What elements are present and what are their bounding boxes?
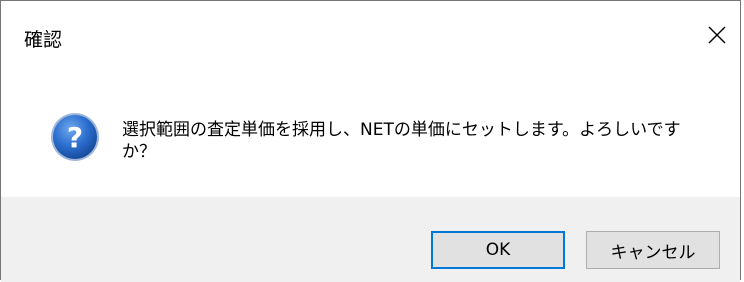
cancel-button[interactable]: キャンセル <box>586 231 720 269</box>
dialog-title: 確認 <box>24 29 63 51</box>
svg-text:?: ? <box>67 121 83 154</box>
question-icon: ? <box>51 113 99 161</box>
title-bar: 確認 <box>1 1 740 71</box>
close-icon <box>708 26 726 44</box>
confirm-dialog: 確認 ? 選択範囲の査定単価を採用し、NETの単価にセットします。よろしいですか… <box>0 0 741 282</box>
dialog-content: ? 選択範囲の査定単価を採用し、NETの単価にセットします。よろしいですか？ <box>1 71 740 197</box>
close-button[interactable] <box>694 13 740 57</box>
button-bar: OK キャンセル <box>1 197 740 282</box>
ok-button[interactable]: OK <box>431 231 565 269</box>
dialog-message: 選択範囲の査定単価を採用し、NETの単価にセットします。よろしいですか？ <box>122 120 681 162</box>
